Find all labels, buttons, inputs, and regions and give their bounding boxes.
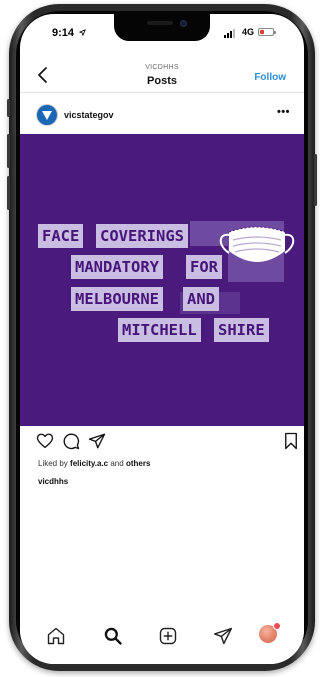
liked-others-link[interactable]: others [126,459,150,468]
volume-down-button [7,176,10,210]
caption-username[interactable]: vicdhhs [38,477,68,486]
earpiece-speaker [147,21,173,25]
power-button [314,154,317,206]
more-options-button[interactable]: ••• [277,106,290,118]
front-camera [180,20,187,27]
image-word: SHIRE [214,318,269,342]
follow-button[interactable]: Follow [254,72,286,83]
post-actions [20,430,304,456]
post-image[interactable]: FACE COVERINGS MANDATORY FOR MELBOURNE A… [20,134,304,426]
heart-icon[interactable] [36,432,54,450]
account-avatar[interactable] [36,104,58,126]
nav-account-name: VICDHHS [145,64,179,71]
notch [114,14,210,41]
image-word: AND [183,287,219,311]
silent-switch [7,99,10,117]
post-username[interactable]: vicstategov [64,110,114,120]
face-mask-icon [219,226,295,262]
home-icon[interactable] [46,626,66,646]
signal-strength-icon [224,29,235,38]
image-word: MITCHELL [118,318,201,342]
status-time: 9:14 [52,27,75,39]
image-word: MANDATORY [71,255,163,279]
search-icon[interactable] [103,626,123,646]
network-type: 4G [242,27,255,37]
vic-logo-icon [42,111,52,120]
liked-user-link[interactable]: felicity.a.c [70,459,108,468]
bottom-tab-bar [20,618,304,664]
liked-by-text: Liked by felicity.a.c and others [38,459,150,468]
share-icon[interactable] [88,432,106,450]
post-header: vicstategov ••• [20,102,304,132]
liked-prefix: Liked by [38,459,68,468]
bookmark-icon[interactable] [283,432,299,450]
image-word: FACE [38,224,84,248]
image-word: COVERINGS [96,224,188,248]
phone-screen: 9:14 4G VICDHHS Posts Follow vicstategov… [20,14,304,664]
direct-icon[interactable] [213,626,233,646]
comment-icon[interactable] [62,432,80,450]
image-word: MELBOURNE [71,287,163,311]
new-post-icon[interactable] [158,626,178,646]
battery-icon [258,28,276,36]
liked-and: and [110,459,124,468]
volume-up-button [7,134,10,168]
top-navigation: VICDHHS Posts Follow [20,56,304,93]
location-arrow-icon [79,29,86,36]
notification-dot [273,622,281,630]
